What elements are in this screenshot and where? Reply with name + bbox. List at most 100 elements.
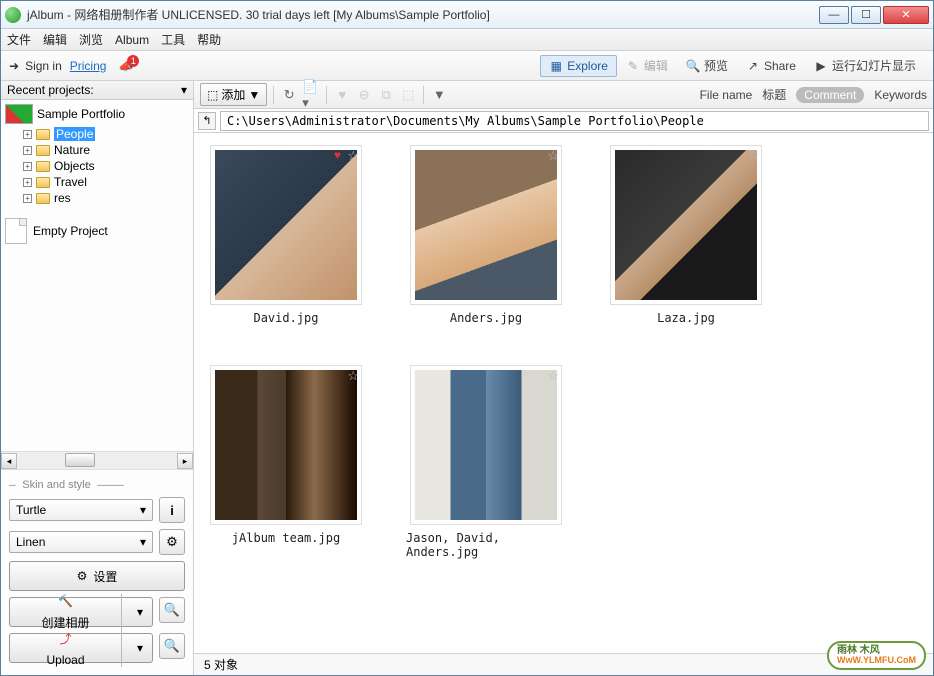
add-icon: ⬚	[207, 88, 218, 102]
star-icon[interactable]: ☆	[547, 368, 559, 384]
thumbnail-image	[415, 370, 557, 520]
tree-item-travel[interactable]: +Travel	[3, 174, 191, 190]
watermark: 雨林 木风 WwW.YLMFU.CoM	[827, 641, 926, 670]
explore-tab[interactable]: ▦ Explore	[540, 55, 617, 77]
thumbnail-caption: Anders.jpg	[450, 311, 522, 325]
hammer-icon: 🔨	[58, 594, 73, 608]
filter-icon[interactable]: ▼	[430, 86, 448, 104]
heart-icon[interactable]: ♥	[333, 86, 351, 104]
content-toolbar: ⬚ 添加 ▼ ↻ 📄▾ ♥ ⊖ ⧉ ⬚ ▼ File name 标题 Comm	[194, 81, 933, 109]
expand-icon[interactable]: +	[23, 178, 32, 187]
thumbnail-image	[215, 150, 357, 300]
folder-icon	[36, 129, 50, 140]
create-zoom-button[interactable]: 🔍	[159, 597, 185, 623]
style-select[interactable]: Linen▾	[9, 531, 153, 553]
tree-item-nature[interactable]: +Nature	[3, 142, 191, 158]
tree-item-res[interactable]: +res	[3, 190, 191, 206]
theme-select[interactable]: Turtle▾	[9, 499, 153, 521]
upload-zoom-button[interactable]: 🔍	[159, 633, 185, 659]
grid-icon: ▦	[549, 59, 563, 73]
expand-icon[interactable]: +	[23, 162, 32, 171]
thumbnail-caption: David.jpg	[253, 311, 318, 325]
app-icon	[5, 7, 21, 23]
star-icon[interactable]: ☆	[747, 148, 759, 164]
sidebar: Recent projects: ▾ Sample Portfolio +Peo…	[1, 81, 194, 675]
skin-section-label: — Skin and style ————	[9, 478, 185, 491]
maximize-button[interactable]: ☐	[851, 6, 881, 24]
up-button[interactable]: ↰	[198, 112, 216, 130]
play-icon: ▶	[814, 59, 828, 73]
field-keywords[interactable]: Keywords	[874, 88, 927, 102]
sign-in-link[interactable]: ➜ Sign in	[9, 59, 62, 73]
minimize-button[interactable]: —	[819, 6, 849, 24]
share-tab[interactable]: ↗ Share	[737, 55, 805, 77]
create-dropdown[interactable]: ▾	[128, 605, 152, 619]
notification-icon[interactable]: 📣 1	[118, 59, 133, 73]
add-button[interactable]: ⬚ 添加 ▼	[200, 83, 267, 106]
edit-icon[interactable]: ⬚	[399, 86, 417, 104]
close-button[interactable]: ✕	[883, 6, 929, 24]
statusbar: 5 对象	[194, 653, 933, 675]
pricing-link[interactable]: Pricing	[70, 59, 107, 73]
menu-tools[interactable]: 工具	[161, 31, 185, 48]
window-title: jAlbum - 网络相册制作者 UNLICENSED. 30 trial da…	[27, 6, 819, 23]
heart-icon: ♥	[334, 148, 341, 162]
empty-project[interactable]: Empty Project	[3, 214, 191, 248]
new-folder-icon[interactable]: 📄▾	[302, 86, 320, 104]
rotate-icon[interactable]: ↻	[280, 86, 298, 104]
folder-icon	[36, 145, 50, 156]
thumbnail-card[interactable]: ☆Laza.jpg	[606, 145, 766, 325]
titlebar: jAlbum - 网络相册制作者 UNLICENSED. 30 trial da…	[1, 1, 933, 29]
sign-in-icon: ➜	[9, 59, 19, 73]
gallery: ♥ ☆ David.jpg ☆ Anders.jpg ☆Laza.jpg ☆jAlbum t…	[194, 133, 933, 653]
slideshow-tab[interactable]: ▶ 运行幻灯片显示	[805, 53, 925, 78]
create-album-button[interactable]: 🔨创建相册 ▾	[9, 597, 153, 627]
exclude-icon[interactable]: ⊖	[355, 86, 373, 104]
style-settings-button[interactable]: ⚙	[159, 529, 185, 555]
horizontal-scrollbar[interactable]: ◂ ▸	[1, 451, 193, 469]
path-input[interactable]	[220, 111, 929, 131]
copy-icon[interactable]: ⧉	[377, 86, 395, 104]
theme-info-button[interactable]: i	[159, 497, 185, 523]
thumbnail-card[interactable]: ☆Jason, David, Anders.jpg	[406, 365, 566, 559]
star-icon[interactable]: ☆	[347, 148, 359, 164]
folder-icon	[36, 177, 50, 188]
chevron-down-icon: ▾	[181, 83, 187, 97]
field-title[interactable]: 标题	[762, 86, 786, 103]
settings-button[interactable]: ⚙ 设置	[9, 561, 185, 591]
upload-dropdown[interactable]: ▾	[128, 641, 152, 655]
tree-item-objects[interactable]: +Objects	[3, 158, 191, 174]
menu-album[interactable]: Album	[115, 33, 149, 47]
tree-root[interactable]: Sample Portfolio	[3, 102, 191, 126]
field-filename[interactable]: File name	[700, 88, 753, 102]
chevron-down-icon: ▼	[248, 88, 260, 102]
menu-help[interactable]: 帮助	[197, 31, 221, 48]
folder-icon	[36, 161, 50, 172]
thumbnail-card[interactable]: ☆ Anders.jpg	[406, 145, 566, 325]
thumbnail-card[interactable]: ♥ ☆ David.jpg	[206, 145, 366, 325]
thumbnail-card[interactable]: ☆jAlbum team.jpg	[206, 365, 366, 559]
menu-file[interactable]: 文件	[7, 31, 31, 48]
thumbnail-image	[415, 150, 557, 300]
pencil-icon: ✎	[626, 59, 640, 73]
menu-browse[interactable]: 浏览	[79, 31, 103, 48]
upload-button[interactable]: ⤴Upload ▾	[9, 633, 153, 663]
field-comment[interactable]: Comment	[796, 87, 864, 103]
scroll-left[interactable]: ◂	[1, 453, 17, 469]
star-icon[interactable]: ☆	[547, 148, 559, 164]
menu-edit[interactable]: 编辑	[43, 31, 67, 48]
project-tree: Sample Portfolio +People+Nature+Objects+…	[1, 100, 193, 451]
magnifier-icon: 🔍	[686, 59, 700, 73]
tree-item-people[interactable]: +People	[3, 126, 191, 142]
star-icon[interactable]: ☆	[347, 368, 359, 384]
expand-icon[interactable]: +	[23, 194, 32, 203]
expand-icon[interactable]: +	[23, 146, 32, 155]
preview-tab[interactable]: 🔍 预览	[677, 53, 737, 78]
edit-tab[interactable]: ✎ 编辑	[617, 53, 677, 78]
scroll-right[interactable]: ▸	[177, 453, 193, 469]
notification-badge: 1	[127, 55, 139, 67]
menubar: 文件 编辑 浏览 Album 工具 帮助	[1, 29, 933, 51]
document-icon	[5, 218, 27, 244]
recent-projects-header[interactable]: Recent projects: ▾	[1, 81, 193, 100]
expand-icon[interactable]: +	[23, 130, 32, 139]
